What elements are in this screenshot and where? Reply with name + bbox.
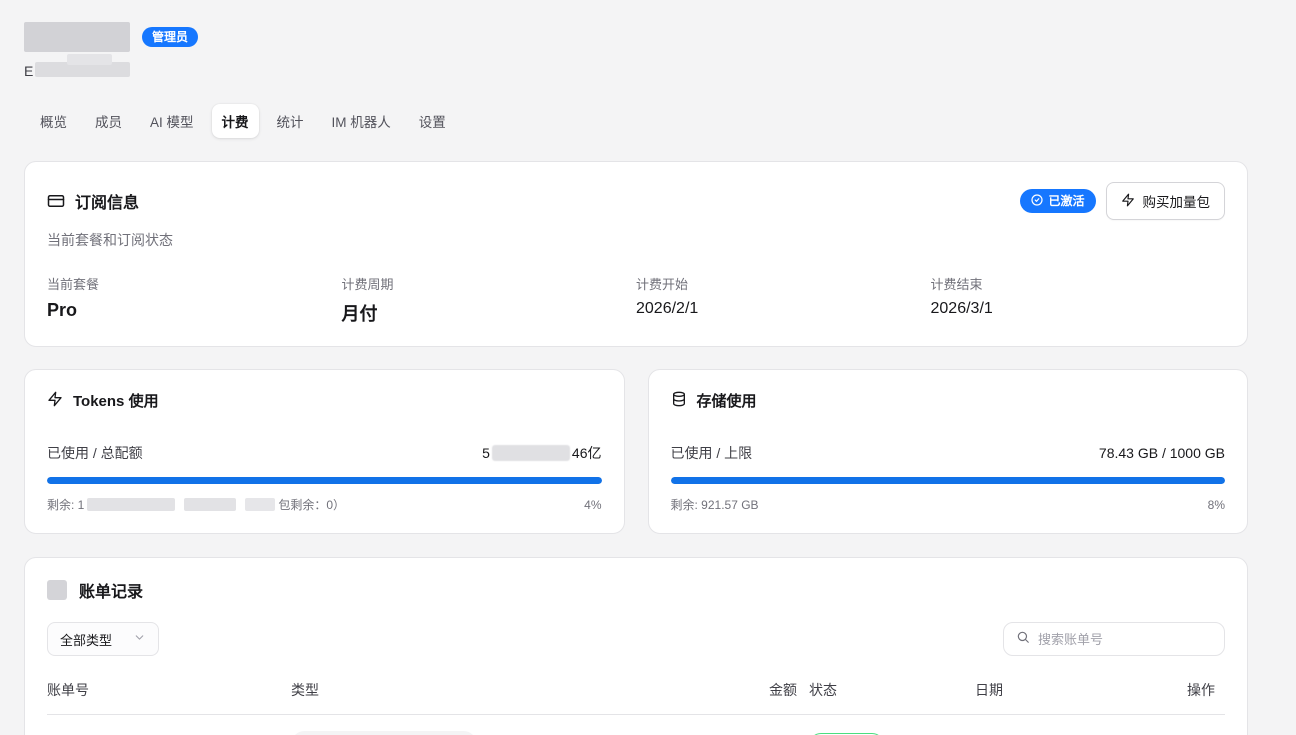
admin-role-badge: 管理员 xyxy=(142,27,198,47)
field-billing-cycle: 计费周期 月付 xyxy=(342,274,637,326)
org-header: 管理员 E xyxy=(24,0,1248,80)
tokens-usage-value: 5 46亿 xyxy=(482,443,601,463)
invoice-date: 01-29 xyxy=(960,721,1156,735)
email-prefix: E xyxy=(24,63,33,79)
table-header: 账单号 类型 金额 状态 日期 操作 xyxy=(47,672,1225,715)
tab-statistics[interactable]: 统计 xyxy=(267,104,314,138)
org-email: E xyxy=(24,62,1248,80)
storage-title: 存储使用 xyxy=(697,390,757,411)
redacted-billing-icon xyxy=(47,580,67,600)
tab-overview[interactable]: 概览 xyxy=(30,104,77,138)
field-current-plan: 当前套餐 Pro xyxy=(47,274,342,326)
billing-title: 账单记录 xyxy=(79,578,143,602)
subscription-fields: 当前套餐 Pro 计费周期 月付 计费开始 2026/2/1 计费结束 2026… xyxy=(47,274,1225,326)
invoice-search xyxy=(1003,622,1225,656)
credit-card-icon xyxy=(47,192,65,210)
page-container: 管理员 E 概览 成员 AI 模型 计费 统计 IM 机器人 设置 订阅信息 xyxy=(24,0,1248,735)
tab-billing[interactable]: 计费 xyxy=(212,104,259,138)
buy-addon-button[interactable]: 购买加量包 xyxy=(1106,182,1226,220)
tab-settings[interactable]: 设置 xyxy=(409,104,456,138)
tab-ai-models[interactable]: AI 模型 xyxy=(140,104,204,138)
tokens-usage-card: Tokens 使用 已使用 / 总配额 5 46亿 剩余: 1 包剩余：0） xyxy=(24,369,625,534)
amount: ¥1000.00 xyxy=(611,721,797,735)
subscription-card: 订阅信息 已激活 购买加量包 当前套餐和订阅状态 xyxy=(24,161,1248,347)
type-filter-select[interactable]: 全部类型 xyxy=(47,622,159,656)
col-invoice: 账单号 xyxy=(47,672,281,714)
table-row: INV20260129001 专业包（3,000,000,000 额度） ¥10… xyxy=(47,715,1225,735)
database-icon xyxy=(671,391,687,411)
col-type: 类型 xyxy=(281,672,611,714)
storage-usage-value: 78.43 GB / 1000 GB xyxy=(1099,445,1225,461)
tab-members[interactable]: 成员 xyxy=(85,104,132,138)
tokens-remaining: 剩余: 1 包剩余：0） xyxy=(47,496,345,513)
tokens-percent: 4% xyxy=(584,498,601,512)
subscription-subtitle: 当前套餐和订阅状态 xyxy=(47,230,1225,250)
current-plan-value: Pro xyxy=(47,300,342,321)
search-icon xyxy=(1016,630,1030,649)
billing-table: 账单号 类型 金额 状态 日期 操作 INV20260129001 专业包（3,… xyxy=(47,672,1225,735)
tab-im-bots[interactable]: IM 机器人 xyxy=(322,104,401,138)
redacted-token-value xyxy=(492,445,570,461)
status-badge: 已激活 xyxy=(1020,189,1095,213)
storage-percent: 8% xyxy=(1208,498,1225,512)
storage-usage-card: 存储使用 已使用 / 上限 78.43 GB / 1000 GB 剩余: 921… xyxy=(648,369,1249,534)
billing-records-card: 账单记录 全部类型 账单号 类型 金额 状态 日期 xyxy=(24,557,1248,735)
col-status: 状态 xyxy=(797,672,960,714)
col-amount: 金额 xyxy=(611,672,797,714)
zap-icon xyxy=(47,391,63,411)
storage-progress-bar xyxy=(671,477,1226,484)
storage-remaining: 剩余: 921.57 GB xyxy=(671,496,759,513)
subscription-title: 订阅信息 xyxy=(75,189,139,213)
field-billing-start: 计费开始 2026/2/1 xyxy=(636,274,931,326)
tokens-progress-bar xyxy=(47,477,602,484)
col-date: 日期 xyxy=(960,672,1156,714)
chevron-down-icon xyxy=(133,631,146,647)
field-billing-end: 计费结束 2026/3/1 xyxy=(931,274,1226,326)
col-action: 操作 xyxy=(1156,672,1225,714)
billing-end-value: 2026/3/1 xyxy=(931,300,1226,318)
tokens-title: Tokens 使用 xyxy=(73,390,159,411)
redacted-org-name xyxy=(24,22,130,52)
storage-usage-label: 已使用 / 上限 xyxy=(671,443,753,463)
billing-start-value: 2026/2/1 xyxy=(636,300,931,318)
tokens-usage-label: 已使用 / 总配额 xyxy=(47,443,143,463)
invoice-number: INV20260129001 xyxy=(47,721,281,735)
billing-cycle-value: 月付 xyxy=(342,300,637,326)
nav-tabs: 概览 成员 AI 模型 计费 统计 IM 机器人 设置 xyxy=(30,104,1248,138)
invoice-search-input[interactable] xyxy=(1038,632,1212,647)
check-circle-icon xyxy=(1031,194,1043,208)
zap-icon xyxy=(1121,193,1135,210)
type-badge: 专业包（3,000,000,000 额度） xyxy=(291,731,477,735)
